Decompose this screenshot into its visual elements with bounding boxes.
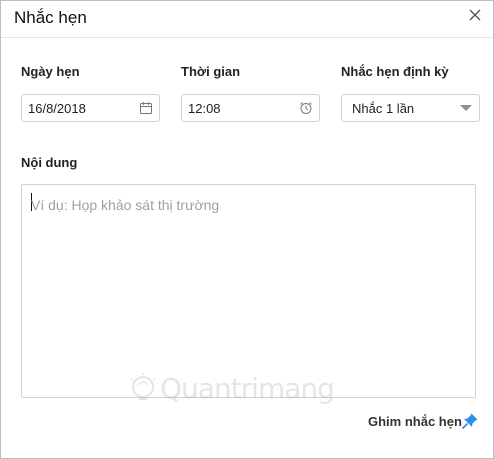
alarm-clock-icon[interactable]	[299, 101, 313, 115]
dropdown-arrow-icon[interactable]	[459, 103, 473, 113]
dialog-titlebar: Nhắc hẹn	[1, 1, 493, 38]
time-value: 12:08	[188, 101, 221, 116]
time-label: Thời gian	[181, 64, 241, 79]
repeat-label: Nhắc hẹn định kỳ	[341, 64, 449, 79]
pin-reminder-label[interactable]: Ghim nhắc hẹn	[368, 414, 462, 429]
content-label: Nội dung	[21, 155, 78, 170]
date-value: 16/8/2018	[28, 101, 86, 116]
pin-icon[interactable]	[461, 412, 479, 430]
calendar-icon[interactable]	[139, 101, 153, 115]
reminder-dialog: Nhắc hẹn Ngày hẹn 16/8/2018 Thời gian 12…	[0, 0, 494, 459]
date-field[interactable]: 16/8/2018	[21, 94, 160, 122]
watermark: Quantrimang	[126, 369, 336, 409]
dialog-title: Nhắc hẹn	[14, 8, 87, 27]
time-field[interactable]: 12:08	[181, 94, 320, 122]
repeat-selected-value: Nhắc 1 lần	[352, 101, 415, 116]
date-label: Ngày hẹn	[21, 64, 80, 79]
close-icon[interactable]	[465, 5, 485, 25]
watermark-text: Quantrimang	[160, 372, 335, 405]
content-textarea[interactable]: Ví dụ: Họp khảo sát thị trường	[21, 184, 476, 398]
content-placeholder: Ví dụ: Họp khảo sát thị trường	[31, 197, 220, 213]
lightbulb-logo-icon	[130, 373, 156, 400]
repeat-select[interactable]: Nhắc 1 lần	[341, 94, 480, 122]
